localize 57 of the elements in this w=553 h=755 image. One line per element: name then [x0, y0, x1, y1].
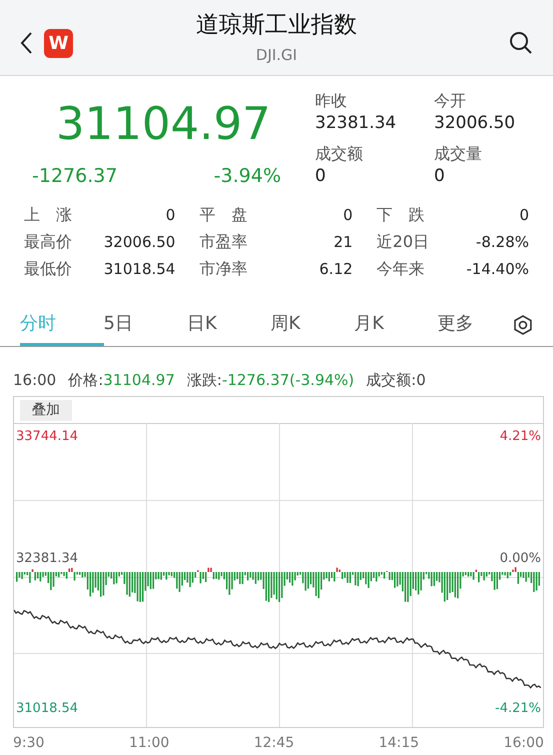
chart-tab[interactable]: 更多 [438, 304, 522, 346]
back-icon [19, 31, 33, 55]
summary-value: 32006.50 [434, 112, 516, 134]
time-axis-label: 9:30 [13, 734, 44, 753]
stat-value: -14.40% [466, 258, 529, 280]
summary-value: 0 [315, 165, 327, 188]
price-change-percent: -3.94% [214, 164, 281, 189]
stat-label: 下 跌 [376, 204, 425, 226]
time-axis-label: 12:45 [254, 734, 294, 753]
app-logo[interactable]: W [44, 29, 73, 58]
stat-value: 0 [519, 204, 529, 226]
stat-value: -8.28% [476, 232, 529, 252]
stat-label: 今年来 [376, 258, 425, 280]
stat-label: 最高价 [24, 230, 72, 252]
stat-value: 21 [334, 232, 353, 252]
turnover-reading: 成交额:0 [366, 370, 426, 390]
time-axis-label: 11:00 [128, 734, 170, 753]
axis-label: 0.00% [500, 550, 541, 568]
stat-label: 最低价 [24, 258, 72, 280]
summary-label: 成交额 [315, 143, 364, 166]
settings-icon[interactable] [513, 315, 533, 335]
chart-tab[interactable]: 日K [187, 304, 271, 346]
price-change: -1276.37 [32, 164, 118, 189]
stat-label: 近20日 [376, 230, 430, 252]
time-axis-label: 14:15 [378, 734, 420, 753]
ticker-code: DJI.GI [256, 45, 298, 66]
chart-tab[interactable]: 5日 [104, 304, 188, 346]
current-price: 31104.97 [56, 96, 272, 152]
search-icon [509, 31, 533, 55]
time-axis-label: 16:00 [504, 734, 544, 753]
stat-value: 0 [166, 204, 176, 226]
time-reading: 16:00 [13, 370, 56, 390]
summary-label: 昨收 [315, 90, 348, 112]
axis-label: 4.21% [500, 428, 541, 446]
axis-label: 31018.54 [16, 700, 78, 718]
stat-value: 0 [343, 204, 353, 226]
summary-label: 今开 [434, 90, 467, 112]
stat-label: 市盈率 [199, 230, 248, 252]
stat-label: 上 涨 [24, 204, 72, 226]
change-reading: 涨跌:-1276.37(-3.94%) [186, 370, 354, 390]
overlay-button[interactable]: 叠加 [20, 400, 72, 421]
stat-value: 32006.50 [104, 232, 176, 252]
axis-label: 33744.14 [16, 428, 78, 446]
summary-label: 成交量 [434, 143, 483, 166]
axis-label: 32381.34 [16, 550, 78, 568]
stat-label: 平 盘 [199, 204, 248, 226]
chart-tab[interactable]: 周K [270, 304, 354, 346]
stat-label: 市净率 [199, 258, 248, 280]
summary-value: 0 [434, 165, 446, 188]
price-reading: 价格:31104.97 [68, 370, 175, 390]
stat-value: 6.12 [319, 258, 353, 280]
axis-label: -4.21% [495, 700, 541, 718]
summary-value: 32381.34 [315, 112, 398, 134]
stat-value: 31018.54 [104, 258, 176, 280]
chart-tab[interactable]: 月K [354, 304, 438, 346]
search-button[interactable] [509, 31, 533, 55]
page-title: 道琼斯工业指数 [196, 11, 357, 40]
